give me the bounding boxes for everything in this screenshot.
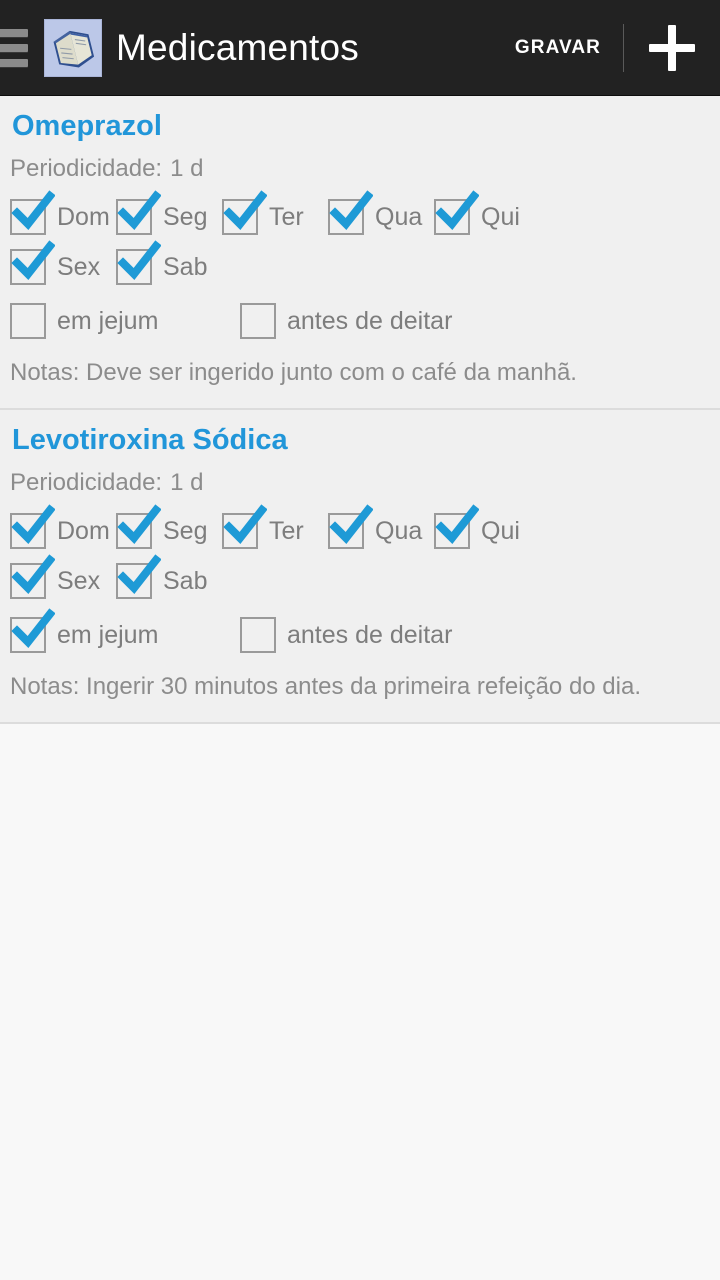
add-button[interactable] xyxy=(624,0,720,96)
option-row: em jejum antes de deitar xyxy=(0,303,720,340)
hamburger-bar xyxy=(0,43,28,52)
checkbox-box[interactable] xyxy=(222,190,267,236)
checkbox-box[interactable] xyxy=(10,504,55,550)
checkbox-box[interactable] xyxy=(10,554,55,600)
app-bar: Medicamentos GRAVAR xyxy=(0,0,720,96)
checkbox-box[interactable] xyxy=(434,504,479,550)
weekday-row-1: Dom Seg Ter Qua Qui xyxy=(0,190,720,236)
checkbox-day-dom[interactable]: Dom xyxy=(10,190,116,236)
checkbox-label: Dom xyxy=(57,516,110,545)
checkbox-label: Ter xyxy=(269,516,304,545)
checkbox-box[interactable] xyxy=(116,190,161,236)
checkbox-label: Ter xyxy=(269,202,304,231)
checkbox-label: antes de deitar xyxy=(287,620,453,649)
checkbox-day-seg[interactable]: Seg xyxy=(116,190,222,236)
checkbox-label: Qua xyxy=(375,516,423,545)
weekday-row-2: Sex Sab xyxy=(0,240,720,286)
checkbox-day-dom[interactable]: Dom xyxy=(10,504,116,550)
medication-card[interactable]: Omeprazol Periodicidade: 1 d Dom Seg Ter… xyxy=(0,96,720,411)
checkbox-box[interactable] xyxy=(240,303,276,340)
periodicity-label: Periodicidade: xyxy=(10,155,163,183)
checkbox-box[interactable] xyxy=(328,504,373,550)
checkbox-label: Sab xyxy=(163,252,208,281)
checkbox-option-em-jejum[interactable]: em jejum xyxy=(10,608,240,654)
checkbox-label: Qui xyxy=(481,516,520,545)
option-row: em jejum antes de deitar xyxy=(0,608,720,654)
checkbox-box[interactable] xyxy=(10,608,55,654)
periodicity-value: 1 d xyxy=(170,469,204,497)
medication-card[interactable]: Levotiroxina Sódica Periodicidade: 1 d Do… xyxy=(0,410,720,725)
checkbox-day-qua[interactable]: Qua xyxy=(328,190,434,236)
checkbox-label: em jejum xyxy=(57,620,159,649)
save-button[interactable]: GRAVAR xyxy=(493,37,623,59)
checkbox-day-ter[interactable]: Ter xyxy=(222,504,328,550)
hamburger-bar xyxy=(0,58,28,67)
weekday-row-2: Sex Sab xyxy=(0,554,720,600)
checkbox-label: Sex xyxy=(57,252,101,281)
checkbox-day-qua[interactable]: Qua xyxy=(328,504,434,550)
hamburger-icon[interactable] xyxy=(0,27,36,69)
checkbox-box[interactable] xyxy=(116,554,161,600)
weekday-row-1: Dom Seg Ter Qua Qui xyxy=(0,504,720,550)
checkbox-label: Sab xyxy=(163,566,208,595)
checkbox-option-em-jejum[interactable]: em jejum xyxy=(10,303,240,340)
plus-icon-vertical xyxy=(668,24,676,71)
medication-name: Omeprazol xyxy=(12,110,162,142)
checkbox-option-antes-de-deitar[interactable]: antes de deitar xyxy=(240,303,453,340)
checkbox-option-antes-de-deitar[interactable]: antes de deitar xyxy=(240,617,453,654)
checkbox-day-seg[interactable]: Seg xyxy=(116,504,222,550)
periodicity: Periodicidade: 1 d xyxy=(0,469,720,497)
checkbox-box[interactable] xyxy=(222,504,267,550)
checkbox-day-qui[interactable]: Qui xyxy=(434,504,540,550)
periodicity-value: 1 d xyxy=(170,155,204,183)
medication-notes: Notas: Ingerir 30 minutos antes da prime… xyxy=(10,673,641,701)
checkbox-label: Qui xyxy=(481,202,520,231)
checkbox-day-sex[interactable]: Sex xyxy=(10,554,116,600)
checkbox-box[interactable] xyxy=(116,240,161,286)
checkbox-day-sab[interactable]: Sab xyxy=(116,240,222,286)
medication-list: Omeprazol Periodicidade: 1 d Dom Seg Ter… xyxy=(0,96,720,725)
checkbox-label: em jejum xyxy=(57,306,159,335)
page-title: Medicamentos xyxy=(116,26,360,68)
checkbox-box[interactable] xyxy=(240,617,276,654)
checkbox-box[interactable] xyxy=(434,190,479,236)
checkbox-box[interactable] xyxy=(116,504,161,550)
checkbox-box[interactable] xyxy=(10,240,55,286)
checkbox-day-ter[interactable]: Ter xyxy=(222,190,328,236)
checkbox-label: Seg xyxy=(163,202,208,231)
periodicity-label: Periodicidade: xyxy=(10,469,163,497)
checkbox-day-qui[interactable]: Qui xyxy=(434,190,540,236)
checkbox-box[interactable] xyxy=(10,190,55,236)
checkbox-label: Dom xyxy=(57,202,110,231)
checkbox-label: antes de deitar xyxy=(287,306,453,335)
checkbox-day-sab[interactable]: Sab xyxy=(116,554,222,600)
checkbox-box[interactable] xyxy=(10,303,46,340)
medication-name: Levotiroxina Sódica xyxy=(12,424,288,457)
hamburger-bar xyxy=(0,28,28,37)
medication-notes: Notas: Deve ser ingerido junto com o caf… xyxy=(10,359,577,387)
checkbox-day-sex[interactable]: Sex xyxy=(10,240,116,286)
checkbox-label: Seg xyxy=(163,516,208,545)
checkbox-box[interactable] xyxy=(328,190,373,236)
checkbox-label: Qua xyxy=(375,202,423,231)
book-icon[interactable] xyxy=(44,18,102,77)
periodicity: Periodicidade: 1 d xyxy=(0,155,720,183)
checkbox-label: Sex xyxy=(57,566,101,595)
